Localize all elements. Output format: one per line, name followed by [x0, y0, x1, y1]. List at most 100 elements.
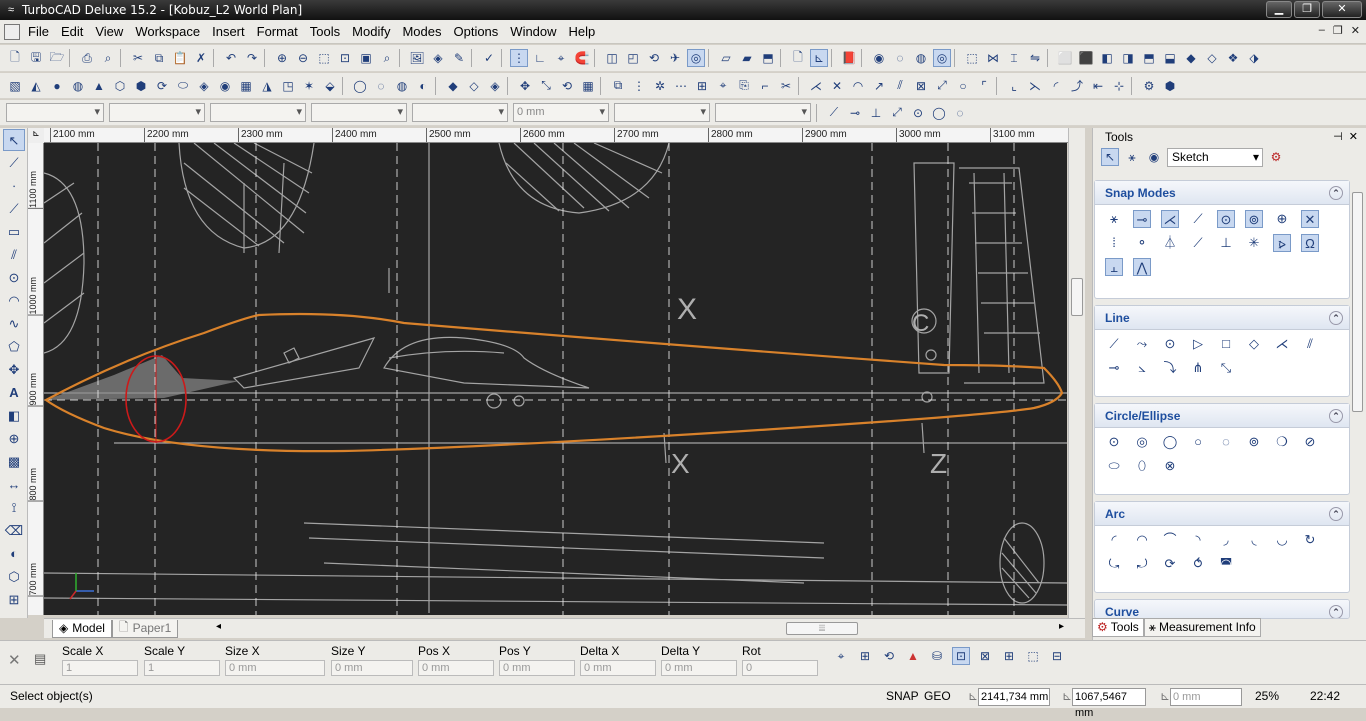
scale-icon[interactable]: ⤡: [537, 77, 555, 95]
shell-icon[interactable]: ◳: [279, 77, 297, 95]
break-icon[interactable]: ⋋: [1026, 77, 1044, 95]
copy-icon[interactable]: ⧉: [150, 49, 168, 67]
grid-array-icon[interactable]: ▦: [579, 77, 597, 95]
print-icon[interactable]: ⎙: [78, 49, 96, 67]
panel-scrollbar[interactable]: [1350, 180, 1365, 616]
linear-array-icon[interactable]: ⋯: [672, 77, 690, 95]
group-header[interactable]: Circle/Ellipse ⌃: [1095, 404, 1349, 428]
parallel-icon[interactable]: ⫽: [891, 77, 909, 95]
line-offset-icon[interactable]: ⤡: [1217, 359, 1235, 377]
panel-select-icon[interactable]: ↖: [1101, 148, 1119, 166]
canvas-horizontal-scrollbar[interactable]: ◂ ⦙⦙⦙ ▸: [216, 621, 1064, 636]
measure-icon[interactable]: ⊹: [1110, 77, 1128, 95]
dim-style-select[interactable]: [715, 103, 811, 122]
line-tool-a-icon[interactable]: ⟋: [825, 104, 843, 122]
menu-options[interactable]: Options: [447, 20, 504, 44]
collapse-icon[interactable]: ⌃: [1329, 605, 1343, 618]
panel-settings-icon[interactable]: ⚙: [1267, 148, 1285, 166]
circle-center-icon[interactable]: ⊙: [1105, 433, 1123, 451]
circle-icon[interactable]: ⊙: [3, 267, 25, 289]
zoom-previous-icon[interactable]: ⌕: [378, 49, 396, 67]
color-select[interactable]: [109, 103, 205, 122]
ellipse-rotated-icon[interactable]: ⬯: [1133, 457, 1151, 475]
delta-x-input[interactable]: 0 mm: [580, 660, 656, 676]
save-icon[interactable]: 🖫: [27, 49, 45, 67]
view-front-icon[interactable]: ◫: [603, 49, 621, 67]
scale-y-input[interactable]: 1: [144, 660, 220, 676]
tab-measurement-info[interactable]: ⚹ Measurement Info: [1143, 618, 1261, 637]
scroll-left-icon[interactable]: ◂: [216, 621, 221, 632]
geo-toggle[interactable]: GEO: [924, 689, 951, 703]
spline-icon[interactable]: ∿: [3, 313, 25, 335]
circle-concentric-icon[interactable]: ◎: [1133, 433, 1151, 451]
snap-triangle-icon[interactable]: ⏃: [1161, 234, 1179, 252]
circle-ttt-icon[interactable]: ⊚: [1245, 433, 1263, 451]
arc-rad-icon[interactable]: ◡: [1273, 531, 1291, 549]
insp-tool-4-icon[interactable]: ▲: [904, 647, 922, 665]
polygon-icon[interactable]: ⬠: [3, 336, 25, 358]
close-icon[interactable]: ✕: [1322, 1, 1362, 18]
meet-icon[interactable]: ⋌: [807, 77, 825, 95]
line-multi-icon[interactable]: ⤳: [1133, 335, 1151, 353]
cube-left-icon[interactable]: ◧: [1098, 49, 1116, 67]
menu-workspace[interactable]: Workspace: [129, 20, 206, 44]
snap-any-icon[interactable]: ✳: [1245, 234, 1263, 252]
object-3-icon[interactable]: ◈: [486, 77, 504, 95]
cylinder-icon[interactable]: ⬭: [174, 77, 192, 95]
cube-front-icon[interactable]: ⬜: [1056, 49, 1074, 67]
arc-3pt-icon[interactable]: ⌒: [1161, 531, 1179, 549]
menu-modify[interactable]: Modify: [346, 20, 396, 44]
snap-middle-icon[interactable]: ⊸: [1133, 210, 1151, 228]
workplane-view-icon[interactable]: ⬒: [759, 49, 777, 67]
line-width-select[interactable]: [311, 103, 407, 122]
size-x-input[interactable]: 0 mm: [225, 660, 325, 676]
menu-edit[interactable]: Edit: [55, 20, 89, 44]
zoom-window-icon[interactable]: ⬚: [315, 49, 333, 67]
circle-outline-icon[interactable]: ◯: [930, 104, 948, 122]
radial-array-icon[interactable]: ✲: [651, 77, 669, 95]
extrude-icon[interactable]: ⬢: [132, 77, 150, 95]
boolean-sub-icon[interactable]: ◌: [372, 77, 390, 95]
grid-icon[interactable]: ⋮: [510, 49, 528, 67]
undo-icon[interactable]: ↶: [222, 49, 240, 67]
loft-icon[interactable]: ◈: [195, 77, 213, 95]
properties-icon[interactable]: ✎: [450, 49, 468, 67]
arc-multi-icon[interactable]: ◚: [1217, 555, 1235, 573]
line-arc-icon[interactable]: ⤵: [1161, 359, 1179, 377]
document-icon[interactable]: [4, 23, 20, 40]
cone-icon[interactable]: ▲: [90, 77, 108, 95]
line-angle-icon[interactable]: ⦣: [1133, 359, 1151, 377]
circle-tangent-icon[interactable]: ◌: [1217, 433, 1235, 451]
page-icon[interactable]: 🗋: [789, 49, 807, 67]
snap-magnet-mode-icon[interactable]: Ω: [1301, 234, 1319, 252]
layer-select[interactable]: [6, 103, 104, 122]
measure-tool-icon[interactable]: ⟟: [3, 497, 25, 519]
prism-icon[interactable]: ⬡: [111, 77, 129, 95]
collapse-icon[interactable]: ⌃: [1329, 186, 1343, 200]
menu-window[interactable]: Window: [504, 20, 562, 44]
snap-magnet-icon[interactable]: ⌖: [552, 49, 570, 67]
group-header[interactable]: Arc ⌃: [1095, 502, 1349, 526]
line-perp-icon[interactable]: ⋌: [1273, 335, 1291, 353]
cube-back-icon[interactable]: ⬛: [1077, 49, 1095, 67]
polyline-icon[interactable]: ⟋: [3, 198, 25, 220]
cancel-icon[interactable]: ✕: [8, 651, 21, 669]
workplane-tool-icon[interactable]: ⊞: [3, 589, 25, 611]
arc-double-icon[interactable]: ◠: [1133, 531, 1151, 549]
tab-model[interactable]: ◈ Model: [52, 619, 112, 638]
circle-tool-icon[interactable]: ○: [954, 77, 972, 95]
y-coord-field[interactable]: 1067,5467 mm: [1072, 688, 1146, 719]
stretch-icon[interactable]: ⤢: [933, 77, 951, 95]
split-icon[interactable]: ✕: [828, 77, 846, 95]
snap-align-icon[interactable]: ⫠: [1105, 258, 1123, 276]
arc-end-icon[interactable]: ◟: [1245, 531, 1263, 549]
sphere-icon[interactable]: ●: [48, 77, 66, 95]
pin-icon[interactable]: ⊣: [1333, 131, 1343, 143]
arc-tangent-icon[interactable]: ◝: [1189, 531, 1207, 549]
panel-globe-icon[interactable]: ◉: [1145, 148, 1163, 166]
menu-view[interactable]: View: [89, 20, 129, 44]
chamfer-2d-icon[interactable]: ⌜: [975, 77, 993, 95]
arc-cross-icon[interactable]: ⤾: [1133, 555, 1151, 573]
line-tool-c-icon[interactable]: ⊥: [867, 104, 885, 122]
group-header[interactable]: Curve ⌃: [1095, 600, 1349, 618]
